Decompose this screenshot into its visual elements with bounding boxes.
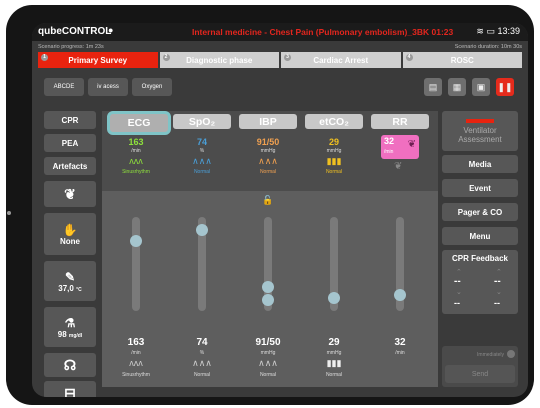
ecg-bottom-value: 163 <box>127 337 145 348</box>
cpr-rate-value: -- <box>494 276 501 287</box>
etco2-slider-knob[interactable] <box>328 292 340 304</box>
cpr-recoil-value: -- <box>454 298 460 308</box>
glucose-button[interactable]: ⚗ 98 mg/dl <box>44 307 96 347</box>
tablet-frame: qubeCONTROL ● Internal medicine - Chest … <box>6 5 534 405</box>
spo2-bottom-wave-icon: ∧∧∧ <box>192 358 212 368</box>
battery-icon: ▭ <box>486 26 495 36</box>
event-button[interactable]: Event <box>442 179 518 197</box>
ibp-bottom-wave-icon: ∧∧∧ <box>258 358 278 368</box>
rr-bottom-value: 32 <box>394 337 406 348</box>
glucose-icon: ⚗ <box>64 315 76 330</box>
etco2-wave-icon: ▮▮▮ <box>326 156 342 166</box>
temperature-button[interactable]: ✎ 37,0 °C <box>44 261 96 301</box>
stethoscope-button[interactable]: ☊ <box>44 353 96 377</box>
ibp-tile[interactable]: IBP <box>239 114 297 129</box>
pupil-button[interactable]: ✋ None <box>44 213 96 255</box>
menu-button[interactable]: Menu <box>442 227 518 245</box>
system-status: ≋ ▭ 13:39 <box>476 26 520 36</box>
toolbar: ABCDE iv acess Oxygen ▤ ▦ ▣ ❚❚ <box>32 78 528 104</box>
scenario-progress: Scenario progress: 1m 23s <box>38 44 104 50</box>
stethoscope-icon: ☊ <box>63 356 77 373</box>
cpr-hands-off-value: -- <box>494 298 500 308</box>
lock-icon[interactable]: 🔓 <box>262 195 273 206</box>
rr-alert-box: 32 /min ❦ <box>381 135 419 159</box>
alert-indicator <box>466 118 494 123</box>
cpr-feedback-title: CPR Feedback <box>451 254 509 263</box>
ibp-bottom-value: 91/50 <box>255 337 281 348</box>
send-button[interactable]: Send <box>445 365 515 383</box>
cpr-feedback-panel: CPR Feedback ⌃ ⌃ -- -- ⌄ ⌄ -- -- <box>442 250 518 314</box>
abcde-button[interactable]: ABCDE <box>44 78 84 96</box>
pill-icon: ⊟ <box>64 384 76 398</box>
pager-co-button[interactable]: Pager & CO <box>442 203 518 221</box>
tab-diagnostic-phase[interactable]: 2 Diagnostic phase <box>159 52 279 68</box>
rr-slider-knob[interactable] <box>394 289 406 301</box>
spo2-slider-knob[interactable] <box>196 224 208 236</box>
send-panel: Immediately Send <box>442 346 518 387</box>
scenario-duration: Scenario duration: 10m 30s <box>454 44 522 50</box>
etco2-value: 29 <box>328 137 339 147</box>
ecg-value: 163 <box>128 137 144 147</box>
rr-lungs-icon: ❦ <box>394 161 403 172</box>
artefacts-button[interactable]: Artefacts <box>44 157 96 175</box>
medication-button[interactable]: ⊟ <box>44 381 96 397</box>
spo2-wave-icon: ∧∧∧ <box>192 156 212 166</box>
document-icon[interactable]: ▤ <box>424 78 442 96</box>
spo2-value: 74 <box>196 137 207 147</box>
ecg-tile[interactable]: ECG <box>107 111 171 135</box>
chevron-up-icon[interactable]: ⌃ <box>456 268 462 276</box>
spo2-bottom-value: 74 <box>196 337 208 348</box>
rr-tile[interactable]: RR <box>371 114 429 129</box>
ibp-value: 91/50 <box>256 137 280 147</box>
media-button[interactable]: Media <box>442 155 518 173</box>
screen-icon[interactable]: ▣ <box>472 78 490 96</box>
spo2-tile[interactable]: SpO₂ <box>173 114 231 129</box>
etco2-tile[interactable]: etCO₂ <box>305 114 363 129</box>
ibp-wave-icon: ∧∧∧ <box>258 156 278 166</box>
ibp-diastolic-knob[interactable] <box>262 294 274 306</box>
tab-cardiac-arrest[interactable]: 3 Cardiac Arrest <box>281 52 401 68</box>
pause-button[interactable]: ❚❚ <box>496 78 514 96</box>
etco2-bottom-value: 29 <box>328 337 340 348</box>
etco2-bottom-wave-icon: ▮▮▮ <box>326 358 342 368</box>
user-icon: ● <box>108 25 114 35</box>
lungs-icon: ❦ <box>407 139 416 150</box>
lungs-icon: ❦ <box>64 185 76 202</box>
iv-access-button[interactable]: iv acess <box>88 78 128 96</box>
oxygen-button[interactable]: Oxygen <box>132 78 172 96</box>
app-name: qubeCONTROL <box>38 26 112 37</box>
scenario-title: Internal medicine - Chest Pain (Pulmonar… <box>192 27 454 37</box>
cpr-depth-value: -- <box>454 276 461 287</box>
ecg-wave-icon: ʌʌʌ <box>129 156 143 166</box>
cpr-button[interactable]: CPR <box>44 111 96 129</box>
app-screen: qubeCONTROL ● Internal medicine - Chest … <box>32 23 528 397</box>
phase-tabs: 1 Primary Survey 2 Diagnostic phase 3 Cardi… <box>38 52 522 68</box>
hand-icon: ✋ <box>62 222 78 237</box>
ventilator-assessment-button[interactable]: Ventilator Assessment <box>442 111 518 151</box>
tab-primary-survey[interactable]: 1 Primary Survey <box>38 52 158 68</box>
immediately-toggle[interactable] <box>507 350 515 358</box>
lungs-icon-button[interactable]: ❦ <box>44 181 96 207</box>
chevron-up-icon[interactable]: ⌃ <box>496 268 502 276</box>
thermometer-icon: ✎ <box>64 269 76 284</box>
ecg-bottom-wave-icon: ʌʌʌ <box>129 358 143 368</box>
clipboard-icon[interactable]: ▦ <box>448 78 466 96</box>
tab-rosc[interactable]: 4 ROSC <box>402 52 522 68</box>
ecg-slider-knob[interactable] <box>130 235 142 247</box>
pea-button[interactable]: PEA <box>44 134 96 152</box>
rr-value: 32 <box>384 136 395 146</box>
vitals-panel: ECG 163 /min ʌʌʌ Sinusrhythm SpO₂ 74 % ∧… <box>102 111 438 387</box>
chevron-down-icon[interactable]: ⌄ <box>456 288 462 296</box>
status-bar: qubeCONTROL ● Internal medicine - Chest … <box>32 23 528 41</box>
ibp-systolic-knob[interactable] <box>262 281 274 293</box>
ecg-slider-track[interactable] <box>132 217 140 311</box>
camera-dot <box>7 211 11 215</box>
wifi-icon: ≋ <box>476 26 484 36</box>
chevron-down-icon[interactable]: ⌄ <box>496 288 502 296</box>
immediately-label: Immediately <box>477 352 504 358</box>
